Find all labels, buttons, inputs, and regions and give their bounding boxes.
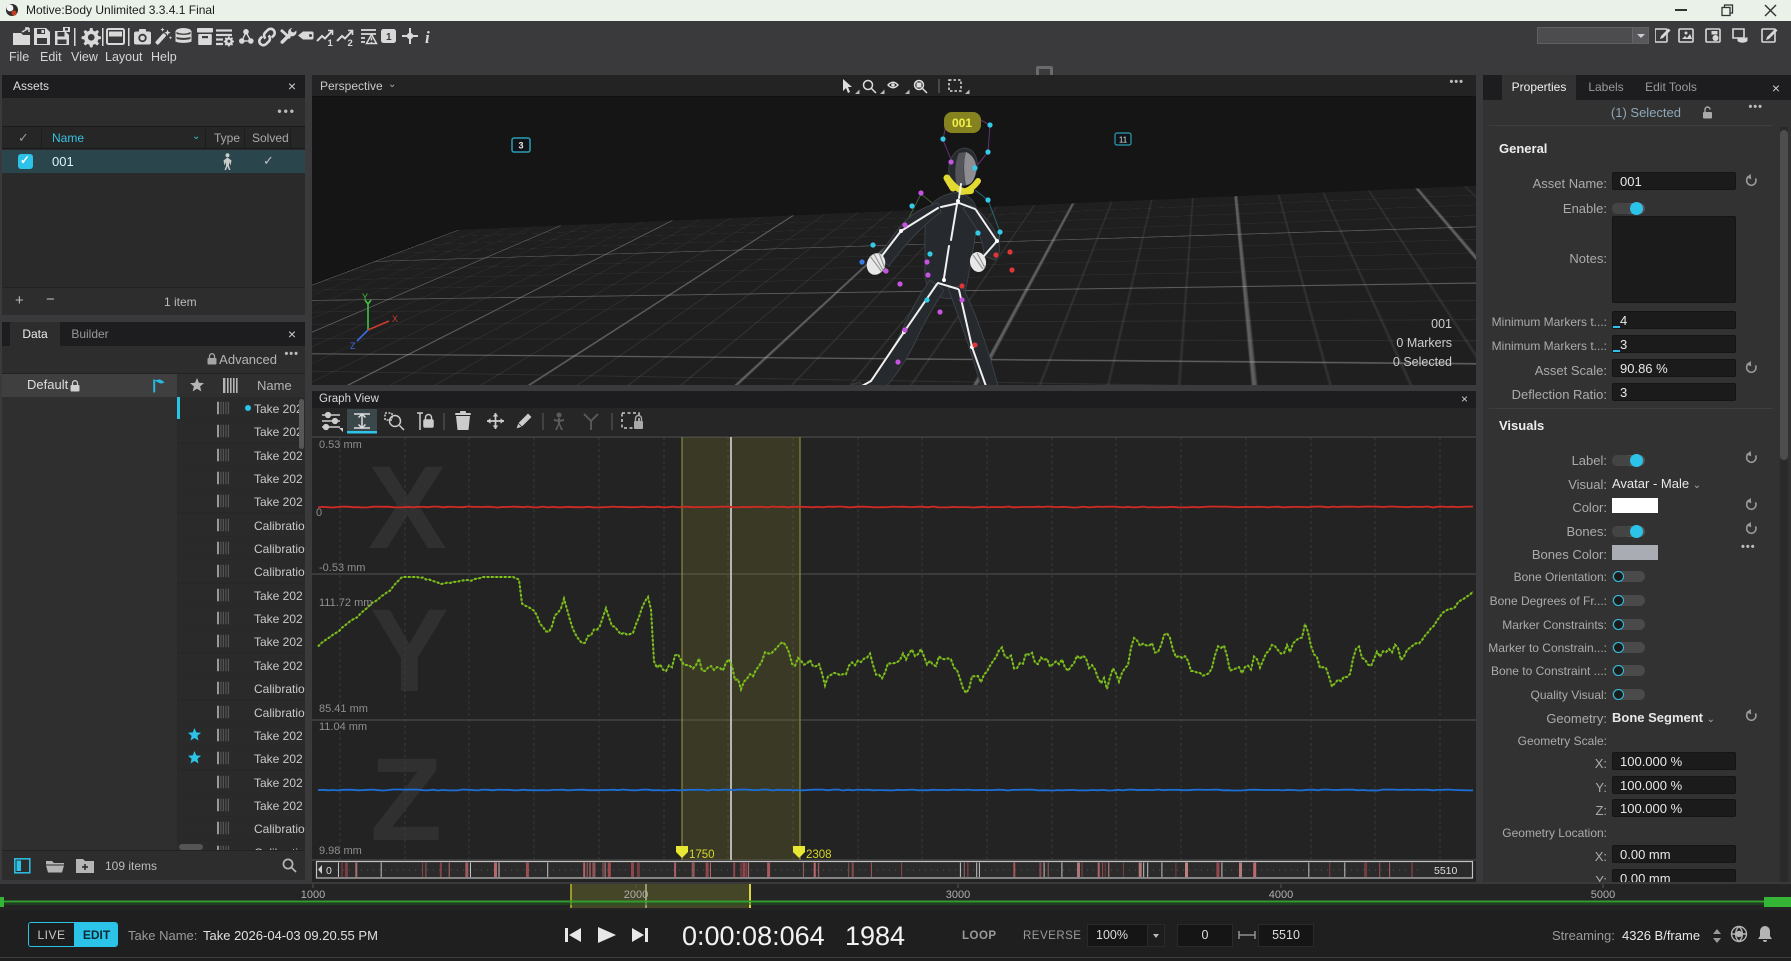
- svg-text:5000: 5000: [1591, 889, 1615, 901]
- svg-text:Y: Y: [370, 585, 449, 717]
- svg-text:Y: Y: [362, 292, 368, 302]
- svg-text:X: X: [392, 314, 398, 324]
- svg-text:9.98 mm: 9.98 mm: [319, 845, 362, 857]
- svg-text:11: 11: [1119, 136, 1128, 145]
- svg-text:85.41 mm: 85.41 mm: [319, 703, 368, 715]
- svg-text:11.04 mm: 11.04 mm: [319, 721, 367, 733]
- svg-text:3: 3: [518, 141, 523, 151]
- svg-text:Z: Z: [370, 734, 442, 866]
- svg-text:2308: 2308: [806, 849, 832, 861]
- svg-text:2000: 2000: [624, 889, 648, 901]
- svg-text:1: 1: [386, 32, 392, 43]
- svg-text:-0.53 mm: -0.53 mm: [319, 562, 365, 574]
- svg-text:0.53 mm: 0.53 mm: [319, 439, 362, 451]
- svg-text:X: X: [368, 442, 447, 574]
- svg-text:001: 001: [1431, 317, 1452, 331]
- svg-text:0: 0: [326, 865, 332, 877]
- svg-text:0 Selected: 0 Selected: [1393, 355, 1452, 369]
- svg-text:001: 001: [952, 116, 972, 130]
- svg-text:1: 1: [328, 38, 334, 49]
- svg-text:0 Markers: 0 Markers: [1396, 336, 1452, 350]
- svg-text:0: 0: [316, 507, 322, 519]
- svg-text:4000: 4000: [1269, 889, 1293, 901]
- svg-text:3000: 3000: [946, 889, 970, 901]
- svg-text:5510: 5510: [1434, 865, 1458, 877]
- svg-text:i: i: [425, 28, 430, 47]
- svg-text:2: 2: [348, 38, 353, 49]
- svg-text:Z: Z: [350, 341, 356, 351]
- svg-text:111.72 mm: 111.72 mm: [319, 597, 372, 609]
- svg-text:1000: 1000: [301, 889, 325, 901]
- svg-text:1750: 1750: [689, 849, 715, 861]
